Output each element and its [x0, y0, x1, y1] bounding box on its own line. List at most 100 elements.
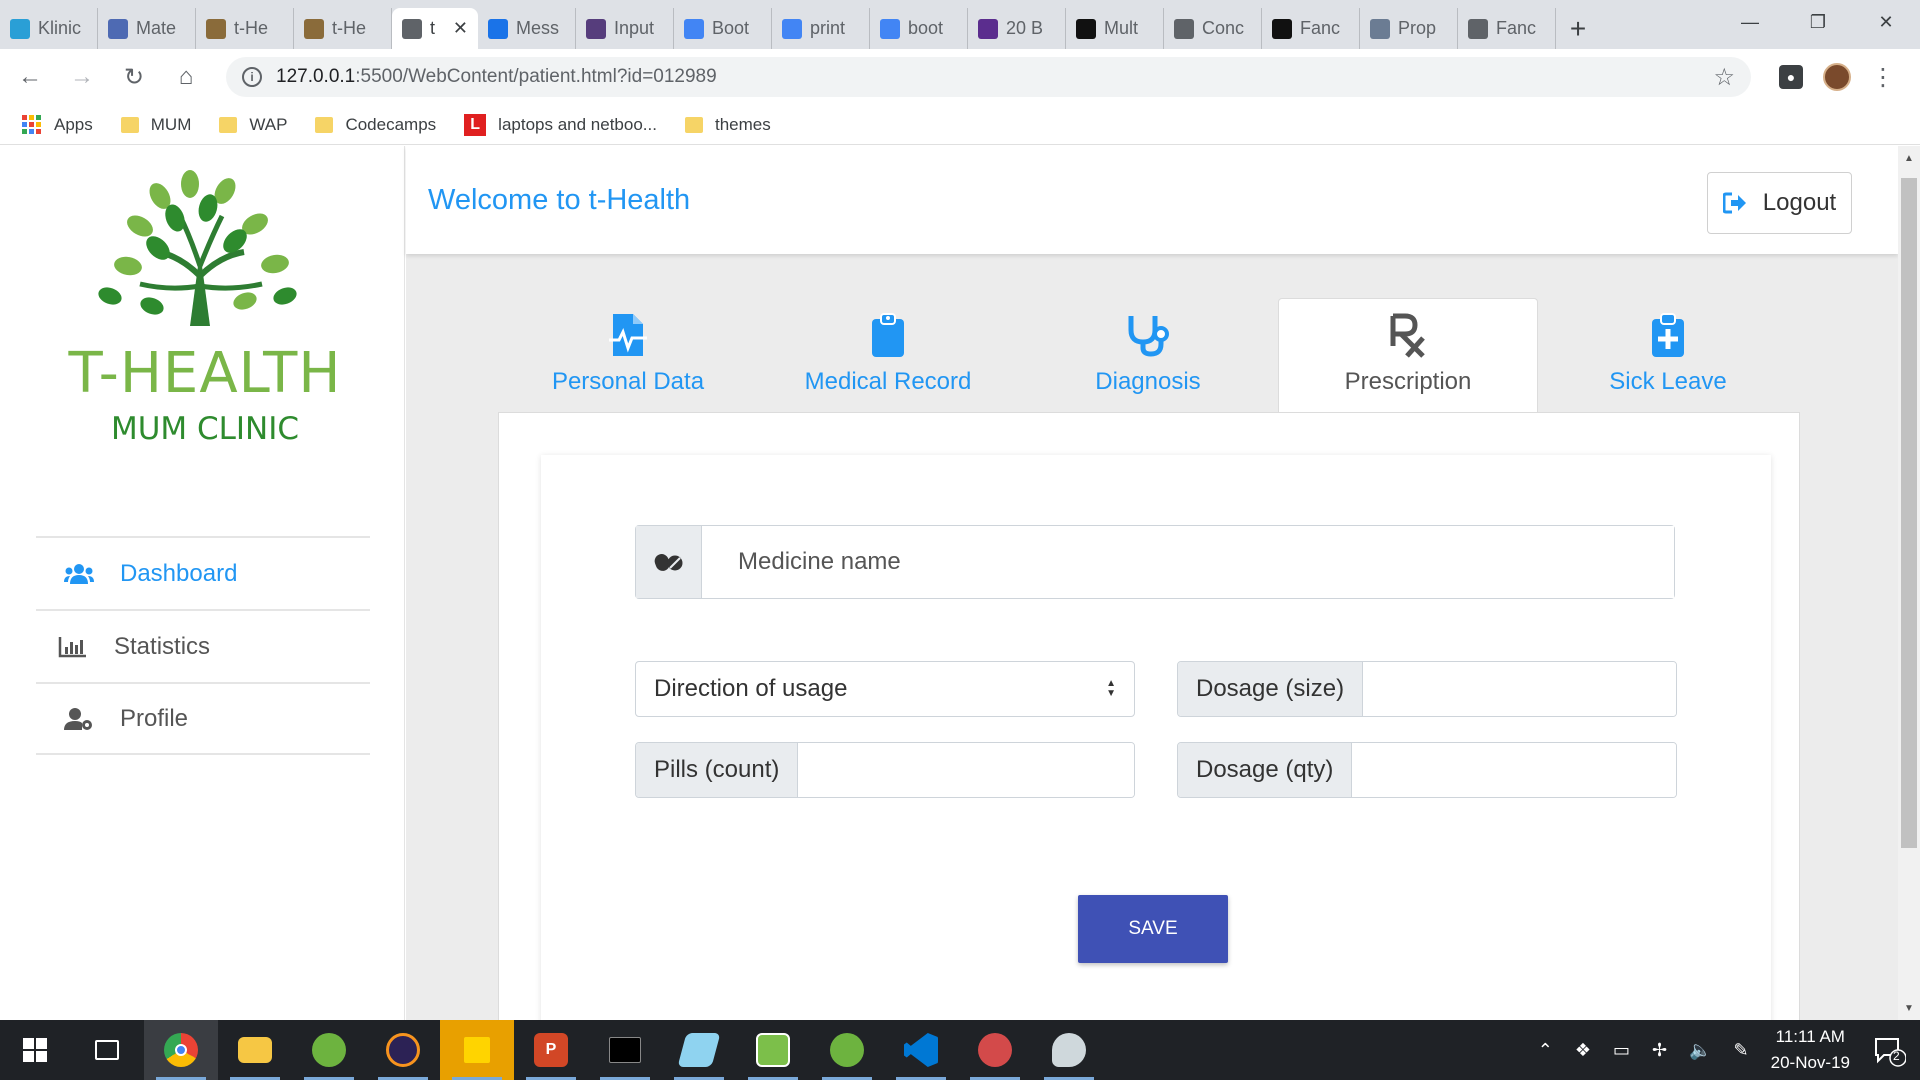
taskbar-notepad[interactable]: [662, 1020, 736, 1080]
chrome-menu-icon[interactable]: ⋮: [1871, 63, 1895, 92]
pills-count-input[interactable]: [798, 743, 1134, 797]
forward-button[interactable]: →: [60, 55, 104, 99]
restore-button[interactable]: ❐: [1784, 0, 1852, 44]
bookmark-codecamps[interactable]: Codecamps: [315, 115, 436, 135]
action-center-button[interactable]: 2: [1872, 1033, 1907, 1067]
home-button[interactable]: ⌂: [164, 55, 208, 99]
taskbar-paint[interactable]: [1032, 1020, 1106, 1080]
taskbar-eclipse[interactable]: [366, 1020, 440, 1080]
windows-start-button[interactable]: [0, 1020, 70, 1080]
profile-avatar[interactable]: [1823, 63, 1851, 91]
system-clock[interactable]: 11:11 AM 20-Nov-19: [1771, 1024, 1850, 1076]
tab-prescription[interactable]: Prescription: [1278, 298, 1538, 412]
new-tab-button[interactable]: +: [1556, 8, 1600, 49]
site-info-icon[interactable]: i: [242, 67, 262, 87]
save-button[interactable]: SAVE: [1078, 895, 1228, 963]
browser-tab[interactable]: t ✕: [392, 8, 478, 49]
wifi-icon[interactable]: ✢: [1652, 1040, 1667, 1061]
bookmark-mum[interactable]: MUM: [120, 115, 191, 135]
bookmark-label: themes: [714, 114, 771, 134]
scroll-up-arrow-icon[interactable]: ▲: [1898, 148, 1920, 168]
browser-tab[interactable]: Input: [576, 8, 674, 49]
taskbar-spring-tool[interactable]: [292, 1020, 366, 1080]
lenovo-icon: L: [464, 113, 487, 136]
flag-icon: [488, 18, 508, 39]
extension-icon[interactable]: ●: [1779, 65, 1803, 89]
page-title: Welcome to t-Health: [428, 184, 691, 216]
mdb-icon: [684, 18, 704, 39]
top-header: Welcome to t-Health Logout: [406, 146, 1898, 254]
tab-medical-record[interactable]: Medical Record: [758, 298, 1018, 412]
sidebar-item-statistics[interactable]: Statistics: [36, 609, 370, 682]
logout-button[interactable]: Logout: [1707, 172, 1852, 234]
direction-of-usage-select[interactable]: Direction of usage ▲ ▼: [635, 661, 1135, 717]
taskbar-sticky-notes[interactable]: [440, 1020, 514, 1080]
folder-icon: [120, 116, 139, 133]
taskbar-chrome[interactable]: [144, 1020, 218, 1080]
browser-tab[interactable]: Klinic: [0, 8, 98, 49]
page-scrollbar[interactable]: ▲ ▼: [1898, 146, 1920, 1020]
browser-tab[interactable]: Fanc: [1458, 8, 1556, 49]
browser-tab[interactable]: Conc: [1164, 8, 1262, 49]
dosage-qty-label: Dosage (qty): [1178, 743, 1353, 797]
bookmark-themes[interactable]: themes: [684, 114, 771, 135]
windows-logo-icon: [23, 1038, 47, 1062]
tab-sick-leave[interactable]: Sick Leave: [1538, 298, 1798, 412]
dosage-size-label: Dosage (size): [1178, 662, 1364, 716]
close-tab-icon[interactable]: ✕: [453, 18, 468, 39]
close-window-button[interactable]: ✕: [1852, 0, 1920, 44]
bookmark-laptops[interactable]: L laptops and netboo...: [464, 113, 657, 136]
terminal-icon: [609, 1037, 641, 1063]
browser-tab[interactable]: Mess: [478, 8, 576, 49]
address-bar[interactable]: i 127.0.0.1 :5500/WebContent/patient.htm…: [226, 57, 1751, 97]
bookmark-apps[interactable]: Apps: [22, 114, 93, 135]
dosage-qty-input[interactable]: [1352, 743, 1676, 797]
page-viewport: T-HEALTH MUM CLINIC Dashboard Statistics: [0, 146, 1920, 1020]
taskbar-file-explorer[interactable]: [218, 1020, 292, 1080]
medicine-name-input[interactable]: [702, 526, 1674, 598]
show-hidden-icons-icon[interactable]: ⌃: [1538, 1040, 1553, 1061]
taskbar-snipping-tool[interactable]: [958, 1020, 1032, 1080]
volume-icon[interactable]: 🔈: [1689, 1040, 1711, 1061]
browser-tab[interactable]: 20 B: [968, 8, 1066, 49]
browser-tab[interactable]: t-He: [196, 8, 294, 49]
browser-tab-title: Klinic: [38, 18, 82, 38]
browser-tab[interactable]: Prop: [1360, 8, 1458, 49]
google-icon: [782, 18, 802, 39]
taskbar-vscode[interactable]: [884, 1020, 958, 1080]
browser-tab[interactable]: Mate: [98, 8, 196, 49]
tab-diagnosis[interactable]: Diagnosis: [1018, 298, 1278, 412]
reload-button[interactable]: ↻: [112, 55, 156, 99]
pen-icon[interactable]: ✎: [1734, 1040, 1749, 1061]
browser-tab[interactable]: Mult: [1066, 8, 1164, 49]
browser-tab[interactable]: print: [772, 8, 870, 49]
task-view-button[interactable]: [70, 1020, 144, 1080]
taskbar-terminal[interactable]: [588, 1020, 662, 1080]
browser-tab-title: boot: [908, 18, 944, 38]
browser-tab[interactable]: Boot: [674, 8, 772, 49]
battery-icon[interactable]: ▭: [1613, 1040, 1630, 1061]
browser-tab[interactable]: t-He: [294, 8, 392, 49]
sidebar-item-profile[interactable]: Profile: [36, 682, 370, 755]
notification-count: 2: [1893, 1049, 1900, 1063]
bookmark-wap[interactable]: WAP: [219, 115, 287, 135]
minimize-button[interactable]: —: [1716, 0, 1784, 44]
dosage-size-input[interactable]: [1363, 662, 1676, 716]
scrollbar-thumb[interactable]: [1901, 178, 1917, 848]
browser-tab[interactable]: Fanc: [1262, 8, 1360, 49]
browser-tab-title: Fanc: [1300, 18, 1341, 38]
t-health-logo[interactable]: T-HEALTH MUM CLINIC: [40, 156, 370, 456]
taskbar-powerpoint[interactable]: P: [514, 1020, 588, 1080]
sidebar-item-dashboard[interactable]: Dashboard: [36, 536, 370, 609]
back-button[interactable]: ←: [8, 55, 52, 99]
bookmark-star-icon[interactable]: ☆: [1713, 63, 1735, 92]
t-health-icon: [206, 18, 226, 39]
tab-personal-data[interactable]: Personal Data: [498, 298, 758, 412]
taskbar-spring-tool-2[interactable]: [810, 1020, 884, 1080]
scroll-down-arrow-icon[interactable]: ▼: [1898, 998, 1920, 1018]
sidebar-item-label: Statistics: [114, 632, 211, 660]
dropbox-icon[interactable]: ❖: [1575, 1040, 1591, 1061]
browser-tab[interactable]: boot: [870, 8, 968, 49]
taskbar-image-editor[interactable]: [736, 1020, 810, 1080]
main-content: Welcome to t-Health Logout Personal Data: [406, 146, 1898, 1020]
